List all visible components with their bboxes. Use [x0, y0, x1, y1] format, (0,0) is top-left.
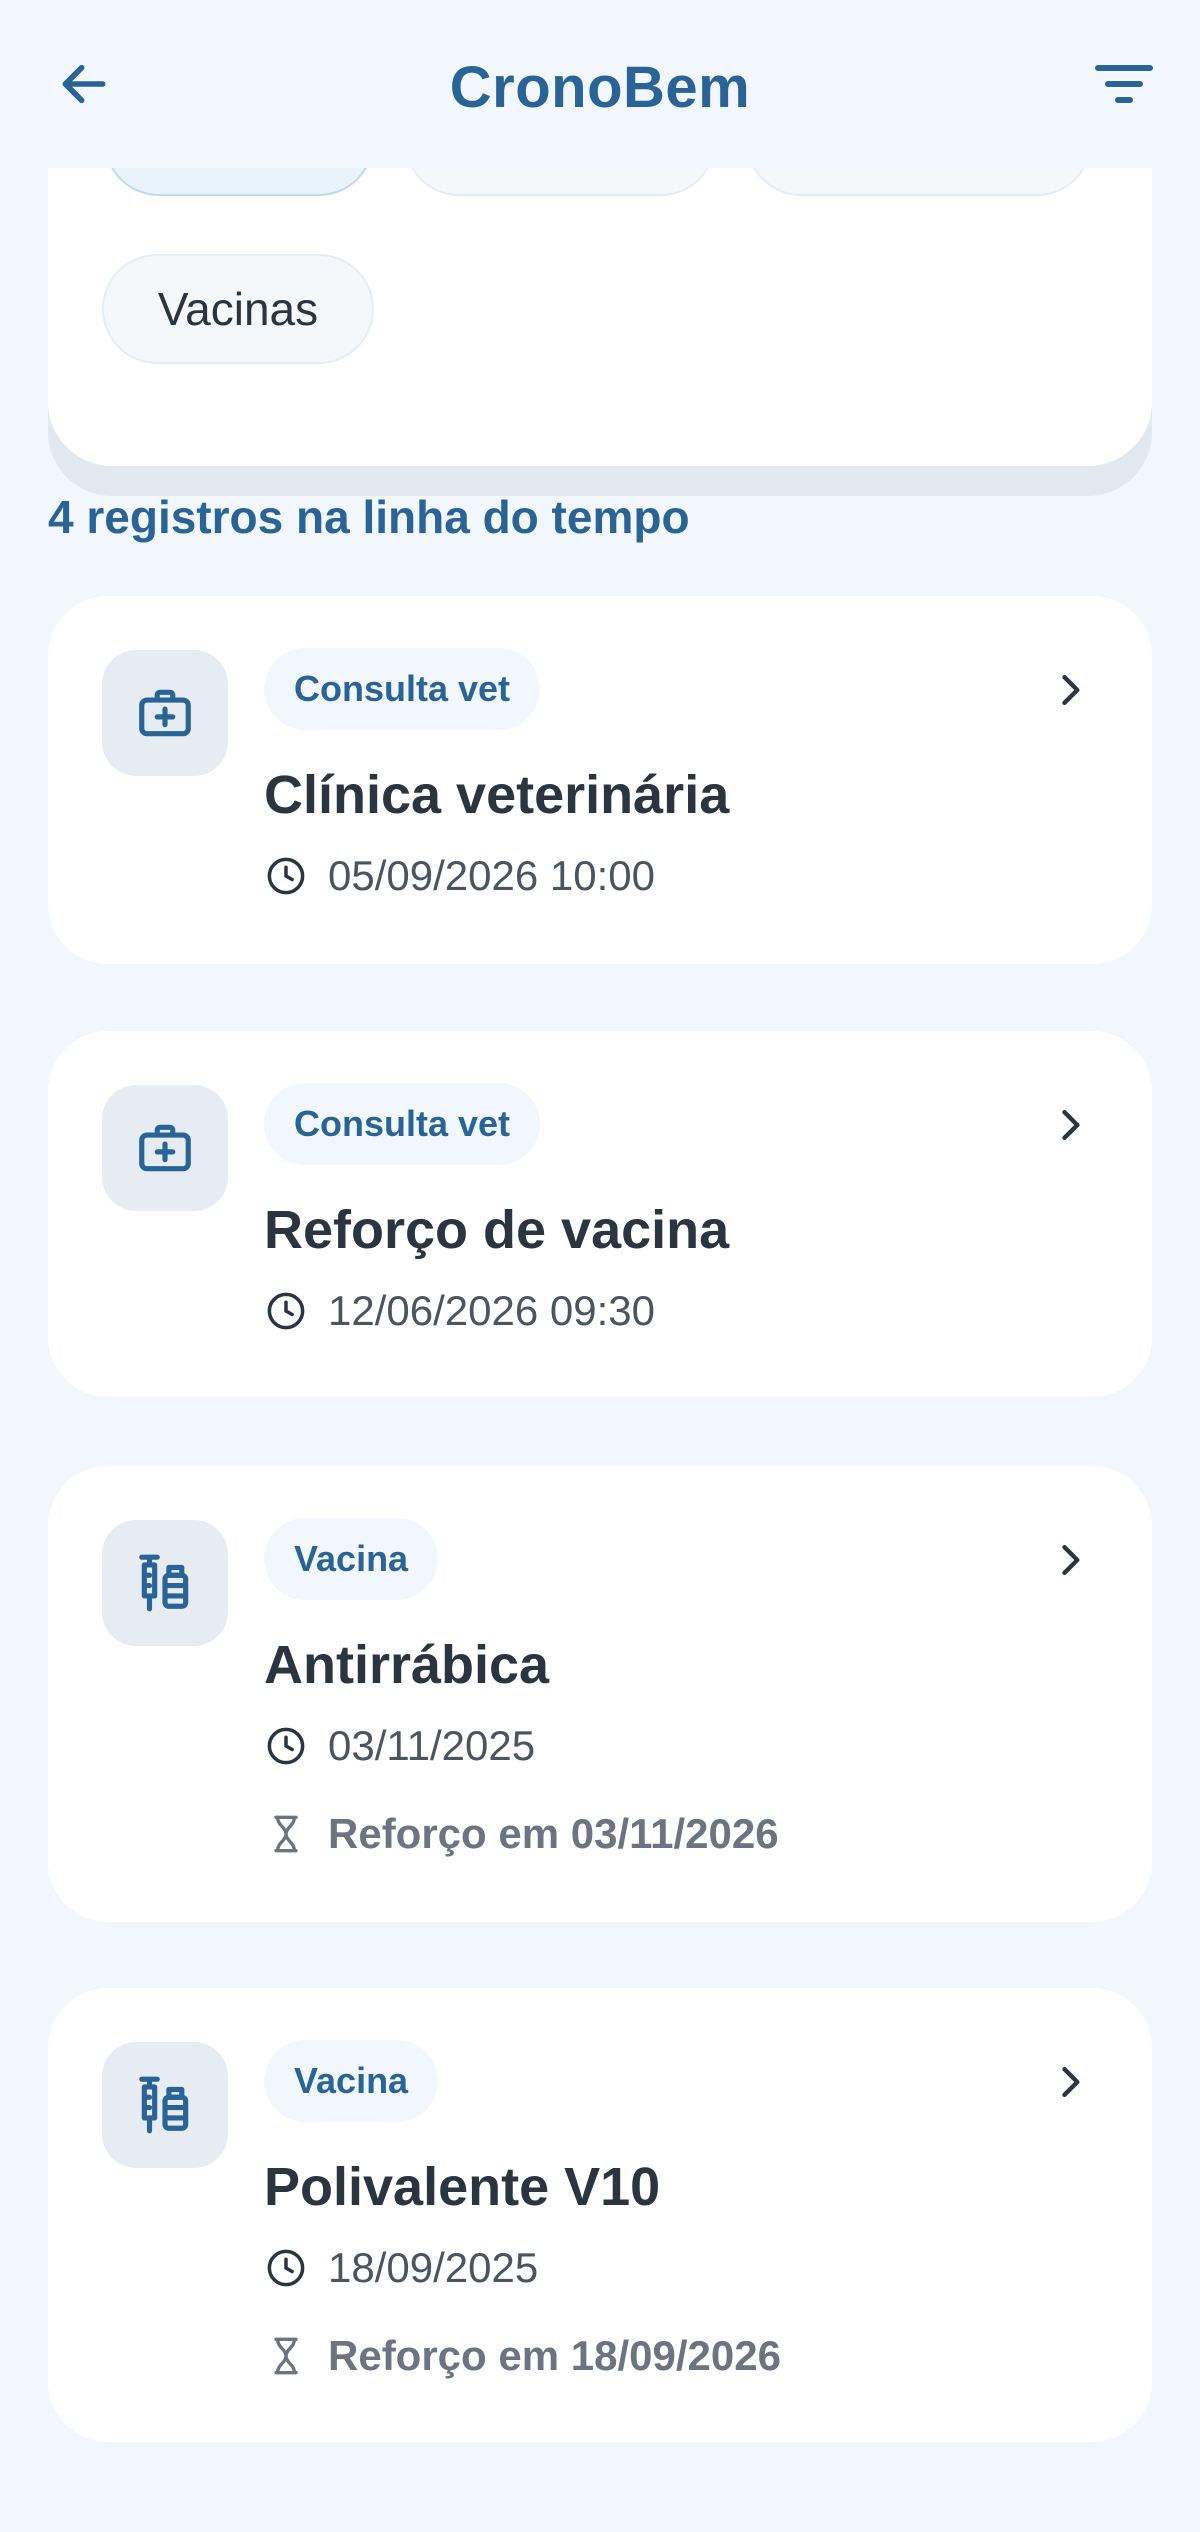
app-header: CronoBem — [0, 0, 1200, 168]
record-title: Polivalente V10 — [264, 2157, 661, 2217]
record-type-badge: Vacina — [264, 1518, 439, 1600]
chevron-right-icon[interactable] — [1042, 1097, 1098, 1153]
timeline-card[interactable]: Consulta vet Clínica veterinária 05/09/2… — [48, 596, 1152, 964]
record-booster-text: Reforço em 18/09/2026 — [328, 2332, 781, 2379]
timeline-card[interactable]: Consulta vet Reforço de vacina 12/06/202… — [48, 1031, 1152, 1397]
record-title: Antirrábica — [264, 1635, 550, 1695]
record-datetime-text: 12/06/2026 09:30 — [328, 1287, 655, 1334]
card-icon-box — [102, 2042, 228, 2168]
record-datetime: 03/11/2025 — [264, 1722, 535, 1770]
filter-button[interactable] — [1088, 52, 1160, 116]
record-datetime: 05/09/2026 10:00 — [264, 852, 655, 900]
card-icon-box — [102, 1085, 228, 1211]
record-type-badge: Consulta vet — [264, 648, 541, 730]
filter-chip-label: Vacinas — [157, 283, 319, 335]
vaccine-icon — [139, 2076, 189, 2134]
hourglass-icon — [264, 2334, 308, 2378]
record-datetime-text: 03/11/2025 — [328, 1722, 536, 1769]
chevron-right-icon[interactable] — [1042, 1532, 1098, 1588]
timeline-count: 4 registros na linha do tempo — [48, 491, 690, 543]
clock-icon — [264, 2246, 308, 2290]
record-datetime: 12/06/2026 09:30 — [264, 1287, 655, 1335]
medical-kit-icon — [139, 689, 191, 737]
record-booster-text: Reforço em 03/11/2026 — [328, 1810, 779, 1857]
record-title: Clínica veterinária — [264, 765, 730, 825]
chevron-right-icon[interactable] — [1042, 662, 1098, 718]
app-root: Vacinas CronoBem 4 registros na linha do… — [0, 0, 1200, 2532]
card-icon-box — [102, 1520, 228, 1646]
app-title: CronoBem — [449, 55, 751, 120]
record-type-badge: Vacina — [264, 2040, 439, 2122]
filter-chip-vacinas[interactable]: Vacinas — [102, 254, 374, 364]
record-datetime: 18/09/2025 — [264, 2244, 538, 2292]
record-booster: Reforço em 03/11/2026 — [264, 1810, 779, 1858]
clock-icon — [264, 1724, 308, 1768]
medical-kit-icon — [139, 1124, 191, 1172]
record-title: Reforço de vacina — [264, 1200, 730, 1260]
record-type-badge: Consulta vet — [264, 1083, 541, 1165]
vaccine-icon — [139, 1554, 189, 1612]
record-datetime-text: 05/09/2026 10:00 — [328, 852, 655, 899]
record-booster: Reforço em 18/09/2026 — [264, 2332, 781, 2380]
hourglass-icon — [264, 1812, 308, 1856]
timeline-card[interactable]: Vacina Antirrábica 03/11/2025 Reforço em… — [48, 1466, 1152, 1922]
record-datetime-text: 18/09/2025 — [328, 2244, 539, 2291]
filter-icon — [1095, 65, 1153, 103]
timeline-card[interactable]: Vacina Polivalente V10 18/09/2025 Reforç… — [48, 1988, 1152, 2442]
card-icon-box — [102, 650, 228, 776]
clock-icon — [264, 854, 308, 898]
chevron-right-icon[interactable] — [1042, 2054, 1098, 2110]
clock-icon — [264, 1289, 308, 1333]
